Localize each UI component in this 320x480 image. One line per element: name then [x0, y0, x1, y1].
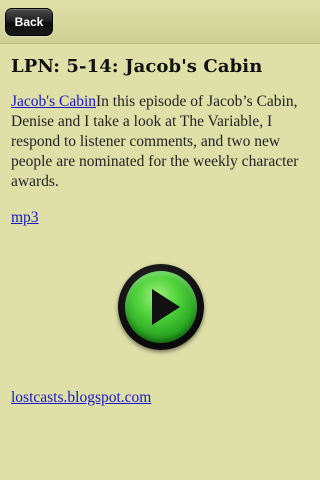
back-button[interactable]: Back	[5, 8, 53, 36]
page-title: LPN: 5-14: Jacob's Cabin	[11, 56, 263, 77]
episode-description: Jacob's CabinIn this episode of Jacob’s …	[11, 92, 311, 192]
mp3-link[interactable]: mp3	[11, 208, 39, 228]
website-link[interactable]: lostcasts.blogspot.com	[11, 388, 151, 408]
episode-inline-link[interactable]: Jacob's Cabin	[11, 93, 96, 110]
navigation-bar: Back	[0, 0, 320, 44]
play-button[interactable]	[118, 264, 204, 350]
play-icon	[152, 289, 180, 325]
back-button-label: Back	[14, 15, 44, 29]
